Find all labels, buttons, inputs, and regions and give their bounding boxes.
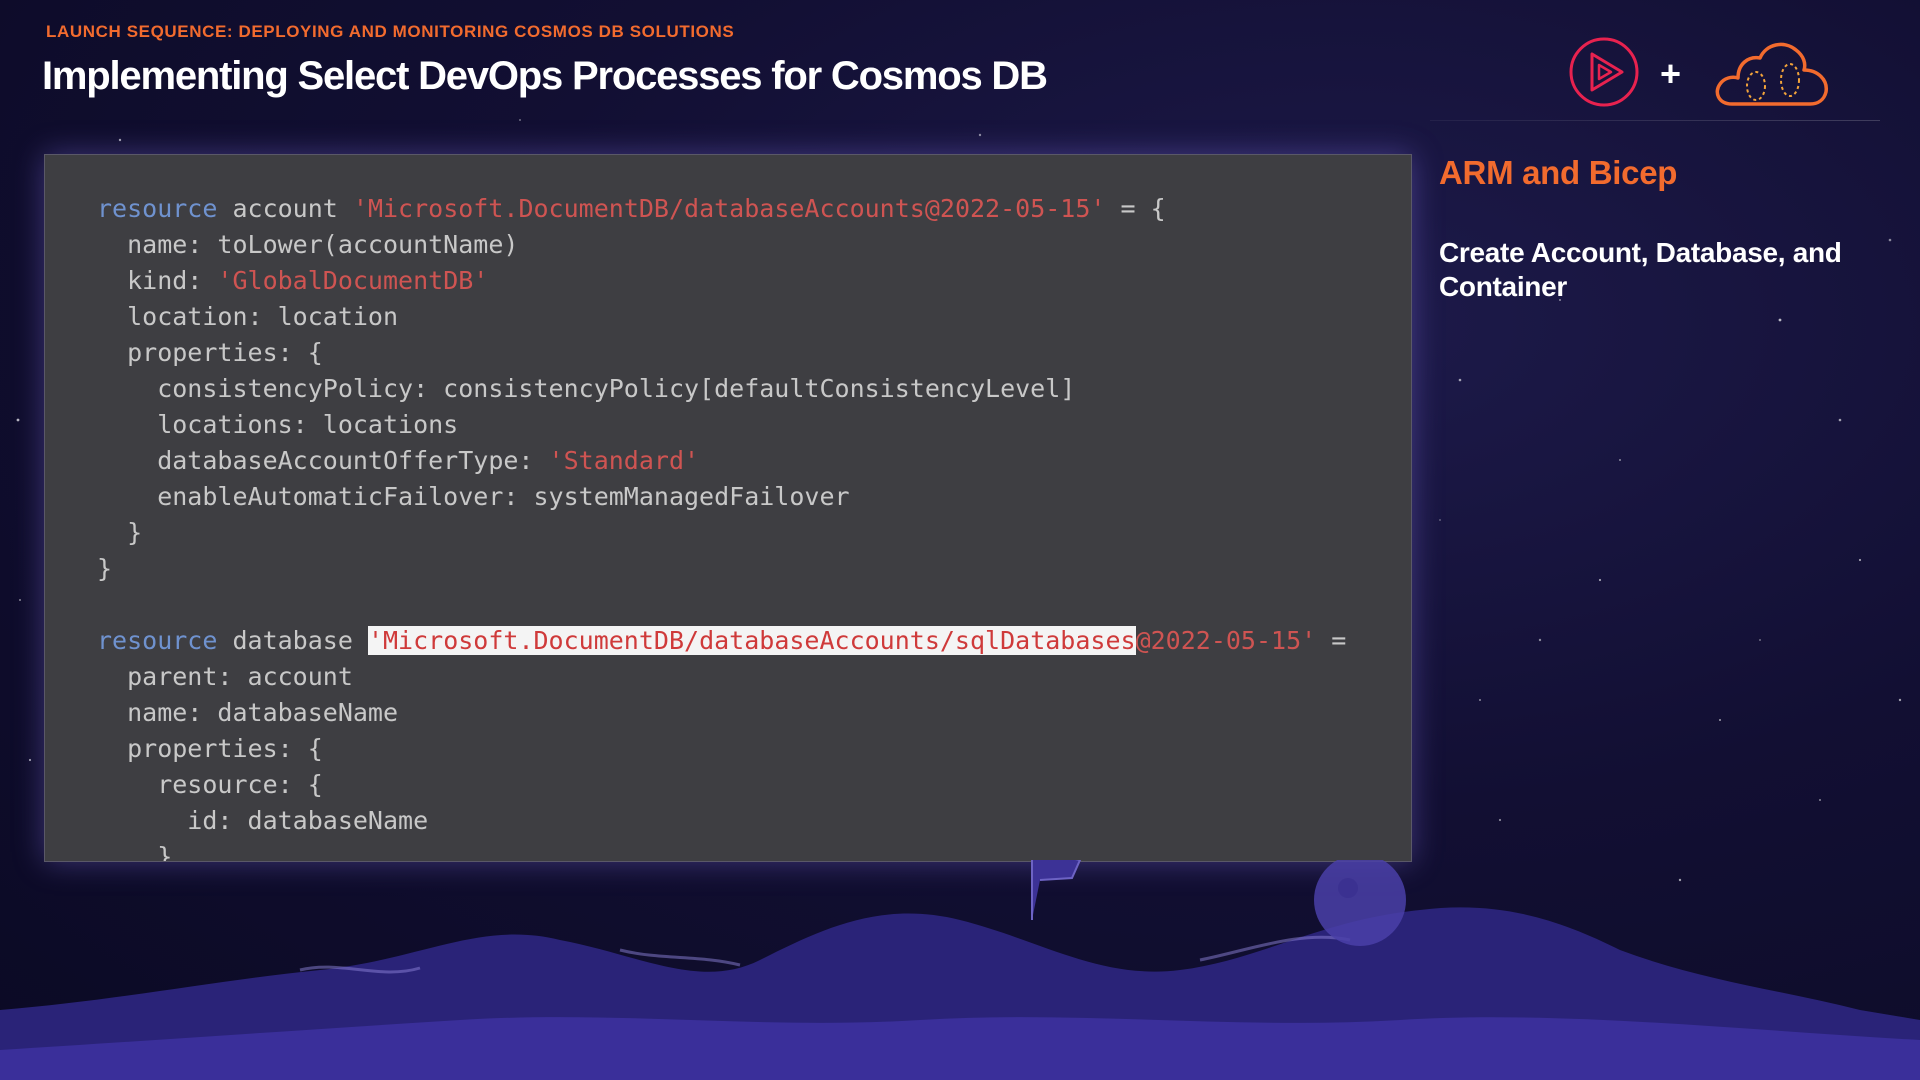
- code-token: enableAutomaticFailover: systemManagedFa…: [97, 482, 850, 511]
- moon-landscape-illustration: [0, 860, 1920, 1080]
- code-line: }: [97, 515, 1411, 551]
- plus-sign: +: [1660, 53, 1682, 94]
- code-line: resource database 'Microsoft.DocumentDB/…: [97, 623, 1411, 659]
- code-line: resource account 'Microsoft.DocumentDB/d…: [97, 191, 1411, 227]
- code-line: properties: {: [97, 731, 1411, 767]
- code-token: properties: {: [97, 338, 323, 367]
- section-heading: ARM and Bicep: [1439, 154, 1678, 191]
- code-token: consistencyPolicy: consistencyPolicy[def…: [97, 374, 1076, 403]
- code-line: location: location: [97, 299, 1411, 335]
- code-line: databaseAccountOfferType: 'Standard': [97, 443, 1411, 479]
- code-line: parent: account: [97, 659, 1411, 695]
- cloud-icon: [1715, 42, 1828, 106]
- code-token: resource: [97, 194, 218, 223]
- code-line: kind: 'GlobalDocumentDB': [97, 263, 1411, 299]
- code-line: }: [97, 551, 1411, 587]
- code-line: properties: {: [97, 335, 1411, 371]
- section-eyebrow: LAUNCH SEQUENCE: DEPLOYING AND MONITORIN…: [46, 22, 735, 41]
- code-token: id: databaseName: [97, 806, 429, 835]
- code-token: location: location: [97, 302, 399, 331]
- code-token: = {: [1105, 194, 1166, 223]
- code-token: locations: locations: [97, 410, 459, 439]
- code-line: name: databaseName: [97, 695, 1411, 731]
- play-triangle-icon: [1569, 37, 1639, 107]
- code-token: name: databaseName: [97, 698, 399, 727]
- code-line: id: databaseName: [97, 803, 1411, 839]
- code-token: resource: {: [97, 770, 323, 799]
- section-description: Create Account, Database, and Container: [1439, 237, 1842, 302]
- code-token: parent: account: [97, 662, 353, 691]
- code-token: @2022-05-15': [1135, 626, 1317, 655]
- code-token: resource: [97, 626, 218, 655]
- highlighted-code-token: 'Microsoft.DocumentDB/databaseAccounts/s…: [367, 626, 1136, 655]
- code-token: }: [97, 518, 143, 547]
- code-token: 'Microsoft.DocumentDB/databaseAccounts@2…: [352, 194, 1106, 223]
- code-token: }: [97, 842, 173, 862]
- code-block: resource account 'Microsoft.DocumentDB/d…: [45, 155, 1411, 862]
- page-title: Implementing Select DevOps Processes for…: [42, 54, 1048, 98]
- code-token: name: toLower(accountName): [97, 230, 519, 259]
- code-line: locations: locations: [97, 407, 1411, 443]
- code-token: account: [217, 194, 353, 223]
- code-token: properties: {: [97, 734, 323, 763]
- code-token: databaseAccountOfferType:: [97, 446, 549, 475]
- code-token: 'Standard': [548, 446, 700, 475]
- code-line: }: [97, 839, 1411, 862]
- code-token: database: [217, 626, 368, 655]
- code-line: name: toLower(accountName): [97, 227, 1411, 263]
- code-panel: resource account 'Microsoft.DocumentDB/d…: [44, 154, 1412, 862]
- code-token: kind:: [97, 266, 218, 295]
- code-token: 'GlobalDocumentDB': [217, 266, 489, 295]
- code-token: =: [1316, 626, 1347, 655]
- code-line: consistencyPolicy: consistencyPolicy[def…: [97, 371, 1411, 407]
- header-divider: [1430, 120, 1880, 121]
- code-line: enableAutomaticFailover: systemManagedFa…: [97, 479, 1411, 515]
- code-token: }: [97, 554, 113, 583]
- code-line: resource: {: [97, 767, 1411, 803]
